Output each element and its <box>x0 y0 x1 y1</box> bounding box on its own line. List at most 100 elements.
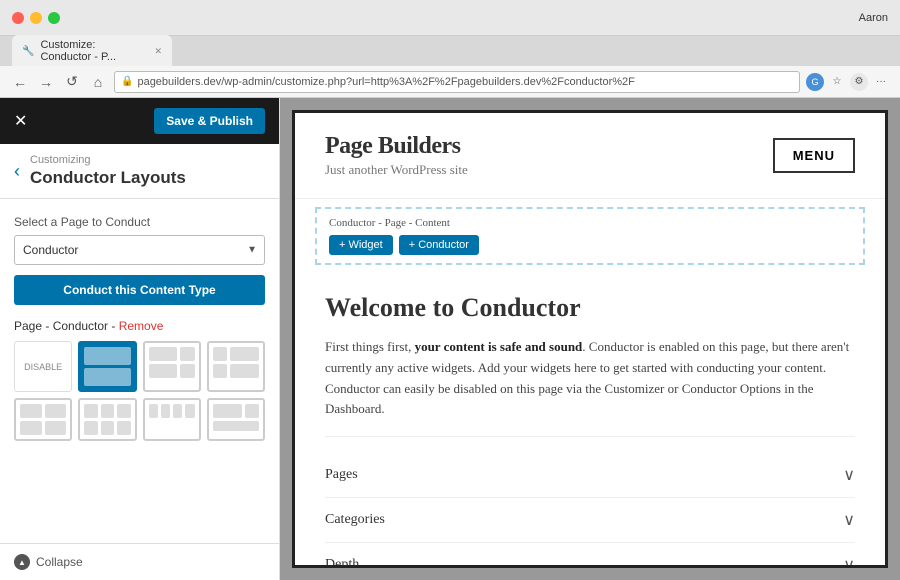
layout-main-ls-2 <box>230 364 259 378</box>
main-content: ✕ Save & Publish ‹ Customizing Conductor… <box>0 98 900 580</box>
conductor-widget-area: Conductor - Page - Content + Widget + Co… <box>315 207 865 265</box>
minimize-traffic-light[interactable] <box>30 12 42 24</box>
mixed-side <box>245 404 259 418</box>
layout-row-2 <box>149 364 195 378</box>
user-label: Aaron <box>859 12 888 24</box>
tab-bar: 🔧 Customize: Conductor - P... ✕ <box>0 36 900 66</box>
panel-back-button[interactable]: ‹ <box>14 161 20 182</box>
accordion-categories-label: Categories <box>325 512 385 528</box>
collapse-button[interactable]: Collapse <box>36 555 83 569</box>
pages-chevron-icon: ∨ <box>843 465 855 485</box>
layout-main-ls <box>230 347 259 361</box>
conductor-area-label: Conductor - Page - Content <box>329 217 851 229</box>
layout-two-col[interactable] <box>14 398 72 441</box>
preview-frame: Page Builders Just another WordPress sit… <box>292 110 888 568</box>
col-2 <box>45 404 67 418</box>
col-1b <box>20 421 42 435</box>
layout-bar-full-2 <box>84 368 130 386</box>
layout-bar-full <box>84 347 130 365</box>
layout-disable[interactable]: DISABLE <box>14 341 72 392</box>
layout-sidebar-2 <box>180 364 194 378</box>
layout-three-col[interactable] <box>78 398 136 441</box>
accordion-pages[interactable]: Pages ∨ <box>325 453 855 498</box>
fullscreen-traffic-light[interactable] <box>48 12 60 24</box>
accordion-categories[interactable]: Categories ∨ <box>325 498 855 543</box>
layout-four-col[interactable] <box>143 398 201 441</box>
tab-favicon: 🔧 <box>22 46 34 57</box>
body-text-1: First things first, <box>325 339 415 354</box>
menu-button[interactable]: MENU <box>773 138 855 173</box>
tcol-3 <box>117 404 130 418</box>
browser-tab[interactable]: 🔧 Customize: Conductor - P... ✕ <box>12 35 172 67</box>
accordion-depth-label: Depth <box>325 557 359 568</box>
layout-sidebar <box>180 347 194 361</box>
fcol-2 <box>161 404 170 418</box>
menu-dots-icon[interactable]: ··· <box>872 73 890 91</box>
remove-link[interactable]: Remove <box>119 319 164 333</box>
preview-area: Page Builders Just another WordPress sit… <box>280 98 900 580</box>
three-col-row-2 <box>84 421 130 435</box>
panel-body: Select a Page to Conduct Conductor Home … <box>0 199 279 543</box>
layout-full-width[interactable] <box>78 341 136 392</box>
two-col-row-2 <box>20 421 66 435</box>
panel-nav: ‹ Customizing Conductor Layouts <box>0 144 279 199</box>
extension-icon-1[interactable]: G <box>806 73 824 91</box>
select-page-label: Select a Page to Conduct <box>14 215 265 229</box>
address-bar[interactable]: 🔒 pagebuilders.dev/wp-admin/customize.ph… <box>114 71 800 93</box>
site-title: Page Builders <box>325 133 468 160</box>
traffic-lights <box>12 12 60 24</box>
layout-sidebar-ls <box>213 347 227 361</box>
panel-header: ✕ Save & Publish <box>0 98 279 144</box>
layout-main <box>149 347 178 361</box>
layout-grid-row2 <box>14 398 265 441</box>
mixed-full <box>213 421 259 431</box>
panel-title: Conductor Layouts <box>30 168 186 188</box>
conductor-action-buttons: + Widget + Conductor <box>329 235 851 255</box>
two-col-row <box>20 404 66 418</box>
layout-left-sidebar[interactable] <box>207 341 265 392</box>
layout-sidebar-ls-2 <box>213 364 227 378</box>
panel-footer: ▲ Collapse <box>0 543 279 580</box>
tcol-1b <box>84 421 97 435</box>
conduct-content-type-button[interactable]: Conduct this Content Type <box>14 275 265 305</box>
browser-toolbar: ← → ↺ ⌂ 🔒 pagebuilders.dev/wp-admin/cust… <box>0 66 900 98</box>
add-widget-button[interactable]: + Widget <box>329 235 393 255</box>
tcol-2 <box>101 404 114 418</box>
wp-header: Page Builders Just another WordPress sit… <box>295 113 885 199</box>
tcol-2b <box>101 421 114 435</box>
fcol-4 <box>185 404 194 418</box>
select-wrapper: Conductor Home About Blog ▼ <box>14 235 265 265</box>
layout-row-ls-2 <box>213 364 259 378</box>
three-col-row <box>84 404 130 418</box>
page-select[interactable]: Conductor Home About Blog <box>14 235 265 265</box>
tab-title: Customize: Conductor - P... <box>40 39 148 63</box>
col-2b <box>45 421 67 435</box>
page-conductor-row: Page - Conductor - Remove <box>14 319 265 333</box>
accordion-depth[interactable]: Depth ∨ <box>325 543 855 568</box>
save-publish-button[interactable]: Save & Publish <box>154 108 265 134</box>
col-1 <box>20 404 42 418</box>
close-traffic-light[interactable] <box>12 12 24 24</box>
depth-chevron-icon: ∨ <box>843 555 855 568</box>
refresh-button[interactable]: ↺ <box>62 72 82 92</box>
wp-site: Page Builders Just another WordPress sit… <box>295 113 885 568</box>
bookmark-icon[interactable]: ☆ <box>828 73 846 91</box>
content-divider <box>325 436 855 437</box>
browser-window: Aaron 🔧 Customize: Conductor - P... ✕ ← … <box>0 0 900 580</box>
fcol-1 <box>149 404 158 418</box>
layout-grid: DISABLE <box>14 341 265 392</box>
back-button[interactable]: ← <box>10 72 30 92</box>
tcol-3b <box>117 421 130 435</box>
close-customizer-button[interactable]: ✕ <box>14 111 27 131</box>
content-body: First things first, your content is safe… <box>325 337 855 420</box>
collapse-circle-icon: ▲ <box>14 554 30 570</box>
accordion-pages-label: Pages <box>325 467 358 483</box>
title-bar: Aaron <box>0 0 900 36</box>
forward-button[interactable]: → <box>36 72 56 92</box>
extension-icon-2[interactable]: ⚙ <box>850 73 868 91</box>
add-conductor-button[interactable]: + Conductor <box>399 235 479 255</box>
home-button[interactable]: ⌂ <box>88 72 108 92</box>
layout-mixed[interactable] <box>207 398 265 441</box>
tab-close-icon[interactable]: ✕ <box>154 46 162 57</box>
layout-right-sidebar[interactable] <box>143 341 201 392</box>
